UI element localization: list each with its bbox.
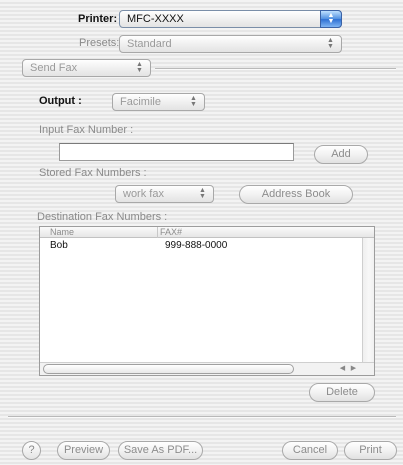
output-popup-value: Facimile [120,96,161,108]
presets-label: Presets: [79,37,120,49]
output-popup[interactable]: Facimile ▲ ▼ [112,93,205,111]
row-fax-cell: 999-888-0000 [165,240,228,251]
vertical-scrollbar[interactable] [362,238,374,362]
scrollbar-thumb[interactable] [43,364,294,374]
save-as-pdf-button[interactable]: Save As PDF... [118,441,203,460]
popup-arrows-icon: ▲ ▼ [327,37,334,50]
popup-arrows-icon: ▲ ▼ [136,61,143,74]
help-button[interactable]: ? [22,441,41,460]
table-row[interactable]: Bob 999-888-0000 [40,239,362,252]
fax-number-field[interactable] [59,143,294,161]
question-mark-icon: ? [28,444,35,456]
fax-number-input[interactable] [60,144,293,160]
presets-popup-value: Standard [127,38,172,50]
print-button[interactable]: Print [344,441,397,460]
add-button[interactable]: Add [314,145,368,164]
destination-table[interactable]: Name FAX# Bob 999-888-0000 ◀ ▶ [39,226,375,376]
stored-fax-popup-value: work fax [123,188,164,200]
popup-arrows-icon: ▲ ▼ [320,10,342,28]
cancel-button[interactable]: Cancel [282,441,338,460]
destination-fax-label: Destination Fax Numbers : [37,211,168,223]
presets-popup[interactable]: Standard ▲ ▼ [119,35,342,53]
column-header-name[interactable]: Name [50,227,74,238]
panel-popup[interactable]: Send Fax ▲ ▼ [22,59,151,77]
popup-arrows-icon: ▲ ▼ [190,95,197,108]
panel-divider [155,68,396,70]
address-book-button[interactable]: Address Book [239,185,353,204]
input-fax-label: Input Fax Number : [39,124,134,136]
output-label: Output : [39,95,82,107]
preview-button[interactable]: Preview [57,441,110,460]
table-header: Name FAX# [40,227,374,238]
stored-fax-popup[interactable]: work fax ▲ ▼ [115,185,214,203]
column-header-fax[interactable]: FAX# [157,227,374,238]
printer-popup-value: MFC-XXXX [127,13,184,25]
scroll-arrows-icon[interactable]: ◀ ▶ [336,363,360,375]
popup-arrows-icon: ▲ ▼ [199,187,206,200]
delete-button[interactable]: Delete [309,383,375,402]
row-name-cell: Bob [50,240,68,251]
panel-popup-value: Send Fax [30,62,78,74]
stored-fax-label: Stored Fax Numbers : [39,167,147,179]
printer-popup[interactable]: MFC-XXXX ▲ ▼ [119,10,342,28]
printer-label: Printer: [78,13,118,25]
horizontal-scrollbar[interactable]: ◀ ▶ [40,362,374,375]
footer-divider [8,416,396,418]
